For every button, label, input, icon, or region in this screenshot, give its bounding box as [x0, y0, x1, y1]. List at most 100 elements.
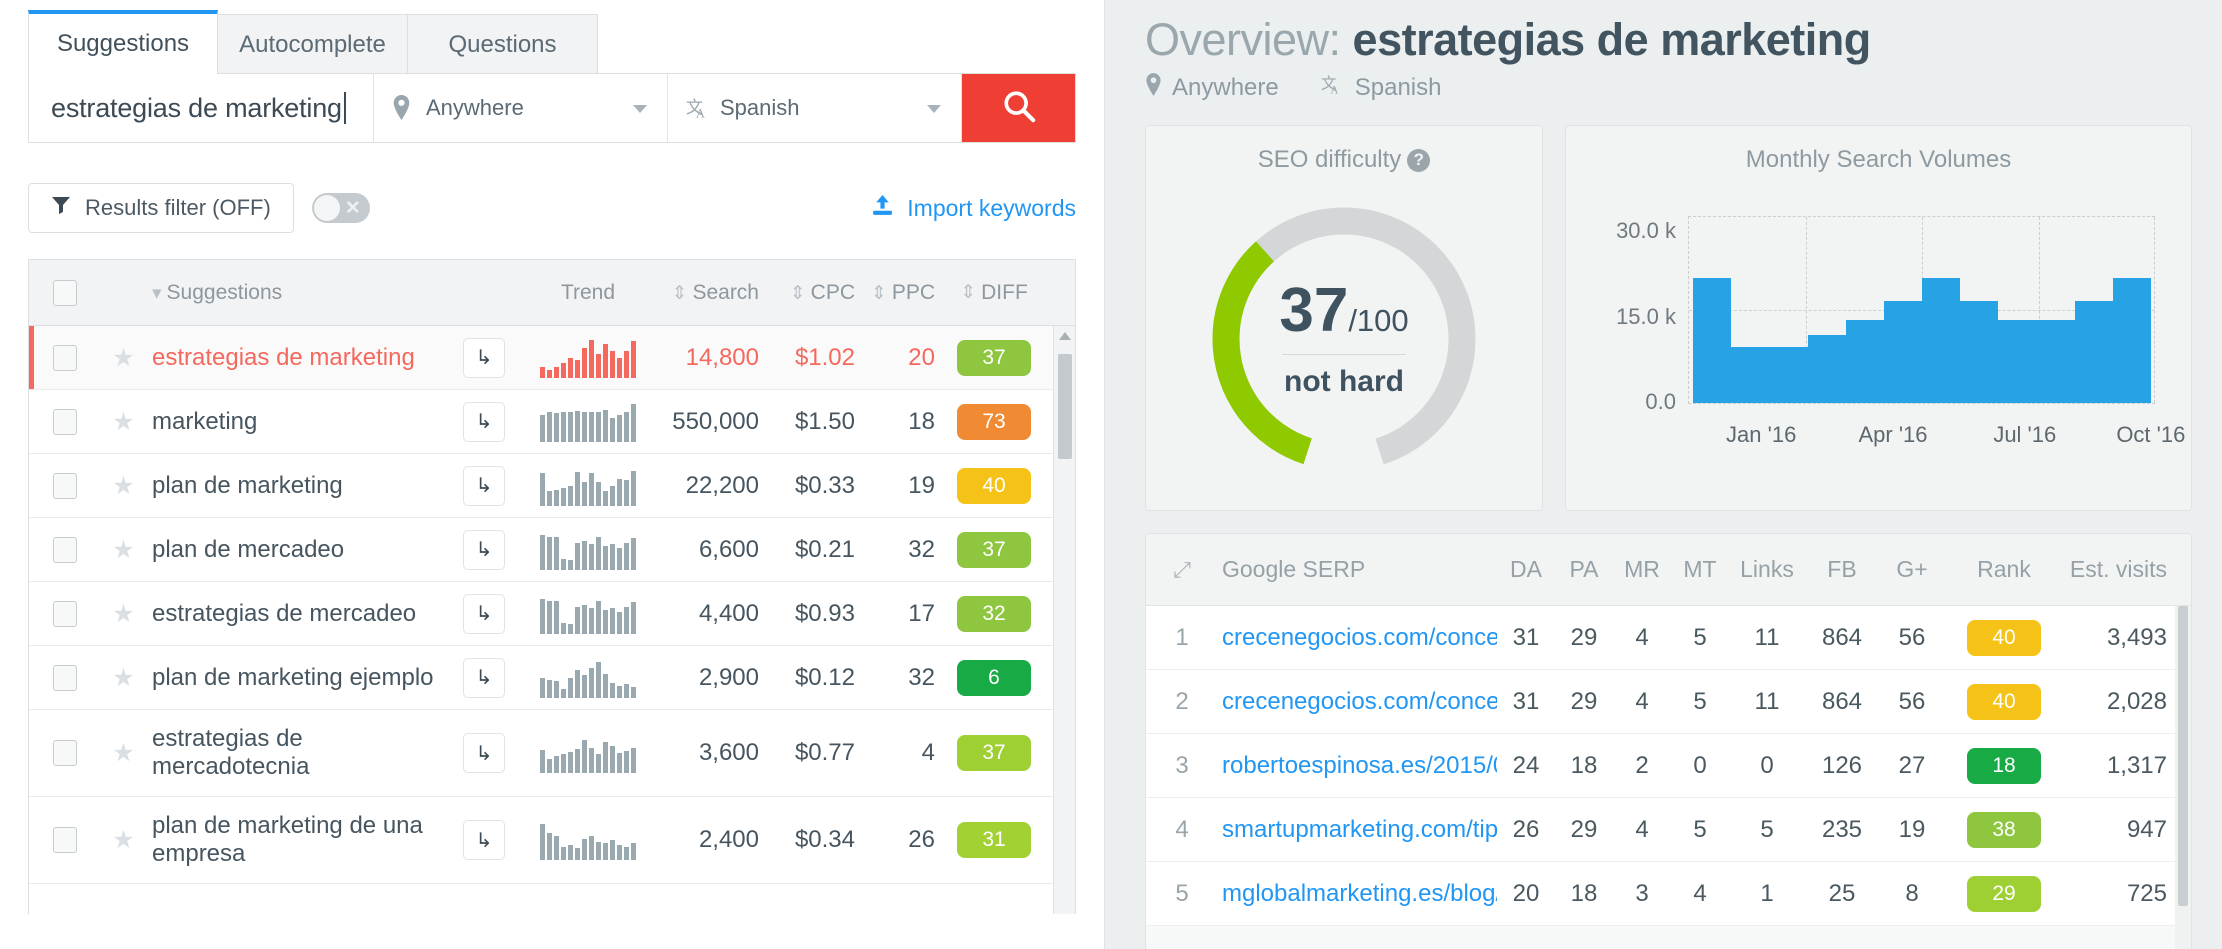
da-cell: 24 — [1497, 752, 1555, 780]
filter-toggle[interactable]: ✕ — [312, 193, 370, 223]
monthly-search-volumes-card: Monthly Search Volumes 30.0 k 15.0 k 0.0… — [1565, 125, 2192, 511]
col-est-visits[interactable]: Est. visits — [2063, 556, 2191, 583]
keyword-input[interactable]: estrategias de marketing — [29, 74, 374, 142]
col-da[interactable]: DA — [1497, 556, 1555, 583]
seo-difficulty-verdict: not hard — [1199, 365, 1489, 399]
col-diff[interactable]: ⇕DIFF — [935, 281, 1053, 305]
sort-icon: ⇕ — [672, 282, 688, 305]
serp-row[interactable]: 1crecenegocios.com/concepto-y-ej...31294… — [1146, 606, 2191, 670]
favorite-star-icon[interactable]: ★ — [101, 738, 146, 768]
search-icon — [1002, 89, 1036, 128]
open-keyword-button[interactable]: ↳ — [445, 338, 523, 378]
gplus-cell: 19 — [1879, 816, 1945, 844]
col-mt[interactable]: MT — [1671, 556, 1729, 583]
table-row[interactable]: ★plan de marketing ejemplo↳2,900$0.12326 — [29, 646, 1075, 710]
row-checkbox[interactable] — [29, 409, 101, 435]
favorite-star-icon[interactable]: ★ — [101, 663, 146, 693]
row-checkbox[interactable] — [29, 601, 101, 627]
rank-badge-cell: 40 — [1945, 684, 2063, 720]
select-all-checkbox[interactable] — [29, 280, 101, 306]
search-button[interactable] — [962, 74, 1075, 142]
table-row[interactable]: ★estrategias de marketing↳14,800$1.02203… — [29, 326, 1075, 390]
serp-row[interactable]: 3robertoespinosa.es/2015/01/16/e...24182… — [1146, 734, 2191, 798]
row-checkbox[interactable] — [29, 473, 101, 499]
keyword-cell: marketing — [146, 408, 445, 436]
import-keywords-button[interactable]: Import keywords — [871, 194, 1076, 223]
serp-scrollbar[interactable] — [2175, 606, 2191, 949]
col-cpc[interactable]: ⇕CPC — [763, 281, 855, 305]
row-checkbox[interactable] — [29, 537, 101, 563]
favorite-star-icon[interactable]: ★ — [101, 471, 146, 501]
table-row[interactable]: ★estrategias de mercadeo↳4,400$0.931732 — [29, 582, 1075, 646]
open-keyword-button[interactable]: ↳ — [445, 733, 523, 773]
cpc-cell: $1.50 — [763, 408, 855, 436]
tab-autocomplete[interactable]: Autocomplete — [218, 14, 408, 74]
mr-cell: 4 — [1613, 624, 1671, 652]
links-cell: 11 — [1729, 624, 1805, 652]
row-checkbox[interactable] — [29, 827, 101, 853]
open-keyword-button[interactable]: ↳ — [445, 658, 523, 698]
serp-rank-number: 3 — [1146, 752, 1218, 780]
serp-row[interactable]: 5mglobalmarketing.es/blog/plan-d...20183… — [1146, 862, 2191, 926]
mt-cell: 5 — [1671, 816, 1729, 844]
open-keyword-button[interactable]: ↳ — [445, 820, 523, 860]
col-suggestions[interactable]: ▾Suggestions — [146, 281, 445, 305]
favorite-star-icon[interactable]: ★ — [101, 825, 146, 855]
keyword-table-scrollbar[interactable] — [1053, 326, 1075, 914]
mt-cell: 5 — [1671, 688, 1729, 716]
serp-url-link[interactable]: crecenegocios.com/concepto-y-ej... — [1218, 688, 1497, 716]
search-volume-cell: 2,900 — [653, 664, 763, 692]
serp-url-link[interactable]: crecenegocios.com/concepto-y-ej... — [1218, 624, 1497, 652]
col-rank[interactable]: Rank — [1945, 556, 2063, 583]
tab-suggestions[interactable]: Suggestions — [28, 10, 218, 74]
col-gplus[interactable]: G+ — [1879, 556, 1945, 583]
expand-icon[interactable]: ⤢ — [1146, 557, 1218, 583]
favorite-star-icon[interactable]: ★ — [101, 599, 146, 629]
favorite-star-icon[interactable]: ★ — [101, 407, 146, 437]
map-pin-icon — [1145, 73, 1162, 103]
language-select[interactable]: 文A Spanish — [668, 74, 962, 142]
favorite-star-icon[interactable]: ★ — [101, 535, 146, 565]
col-fb[interactable]: FB — [1805, 556, 1879, 583]
table-row[interactable]: ★plan de mercadeo↳6,600$0.213237 — [29, 518, 1075, 582]
serp-url-link[interactable]: mglobalmarketing.es/blog/plan-d... — [1218, 880, 1497, 908]
scrollbar-thumb[interactable] — [2178, 606, 2188, 906]
close-icon: ✕ — [345, 197, 361, 220]
open-keyword-button[interactable]: ↳ — [445, 594, 523, 634]
serp-row[interactable]: 4smartupmarketing.com/tips-de-e...262945… — [1146, 798, 2191, 862]
trend-sparkline — [523, 658, 653, 698]
col-mr[interactable]: MR — [1613, 556, 1671, 583]
serp-url-link[interactable]: smartupmarketing.com/tips-de-e... — [1218, 816, 1497, 844]
score-max: /100 — [1348, 303, 1408, 338]
sort-icon: ⇕ — [960, 281, 976, 305]
col-pa[interactable]: PA — [1555, 556, 1613, 583]
col-ppc[interactable]: ⇕PPC — [855, 281, 935, 305]
scrollbar-thumb[interactable] — [1058, 354, 1072, 459]
col-search[interactable]: ⇕Search — [653, 281, 763, 305]
question-mark-icon[interactable]: ? — [1407, 149, 1430, 172]
open-keyword-button[interactable]: ↳ — [445, 402, 523, 442]
location-select[interactable]: Anywhere — [374, 74, 668, 142]
pa-cell: 29 — [1555, 816, 1613, 844]
open-keyword-button[interactable]: ↳ — [445, 466, 523, 506]
serp-url-link[interactable]: robertoespinosa.es/2015/01/16/e... — [1218, 752, 1497, 780]
keyword-table: ▾Suggestions Trend ⇕Search ⇕CPC ⇕PPC ⇕DI… — [28, 259, 1076, 914]
table-row[interactable]: ★estrategias de mercadotecnia↳3,600$0.77… — [29, 710, 1075, 797]
mt-cell: 5 — [1671, 624, 1729, 652]
favorite-star-icon[interactable]: ★ — [101, 343, 146, 373]
row-checkbox[interactable] — [29, 740, 101, 766]
keyword-search-panel: Suggestions Autocomplete Questions estra… — [0, 0, 1104, 949]
table-row[interactable]: ★marketing↳550,000$1.501873 — [29, 390, 1075, 454]
results-filter-button[interactable]: Results filter (OFF) — [28, 183, 294, 233]
google-serp-table: ⤢ Google SERP DA PA MR MT Links FB G+ Ra… — [1145, 533, 2192, 949]
open-keyword-button[interactable]: ↳ — [445, 530, 523, 570]
table-row[interactable]: ★plan de marketing de una empresa↳2,400$… — [29, 797, 1075, 884]
col-links[interactable]: Links — [1729, 556, 1805, 583]
scroll-up-icon[interactable] — [1059, 332, 1071, 340]
row-checkbox[interactable] — [29, 665, 101, 691]
pa-cell: 29 — [1555, 688, 1613, 716]
table-row[interactable]: ★plan de marketing↳22,200$0.331940 — [29, 454, 1075, 518]
row-checkbox[interactable] — [29, 345, 101, 371]
tab-questions[interactable]: Questions — [408, 14, 598, 74]
serp-row[interactable]: 2crecenegocios.com/concepto-y-ej...31294… — [1146, 670, 2191, 734]
